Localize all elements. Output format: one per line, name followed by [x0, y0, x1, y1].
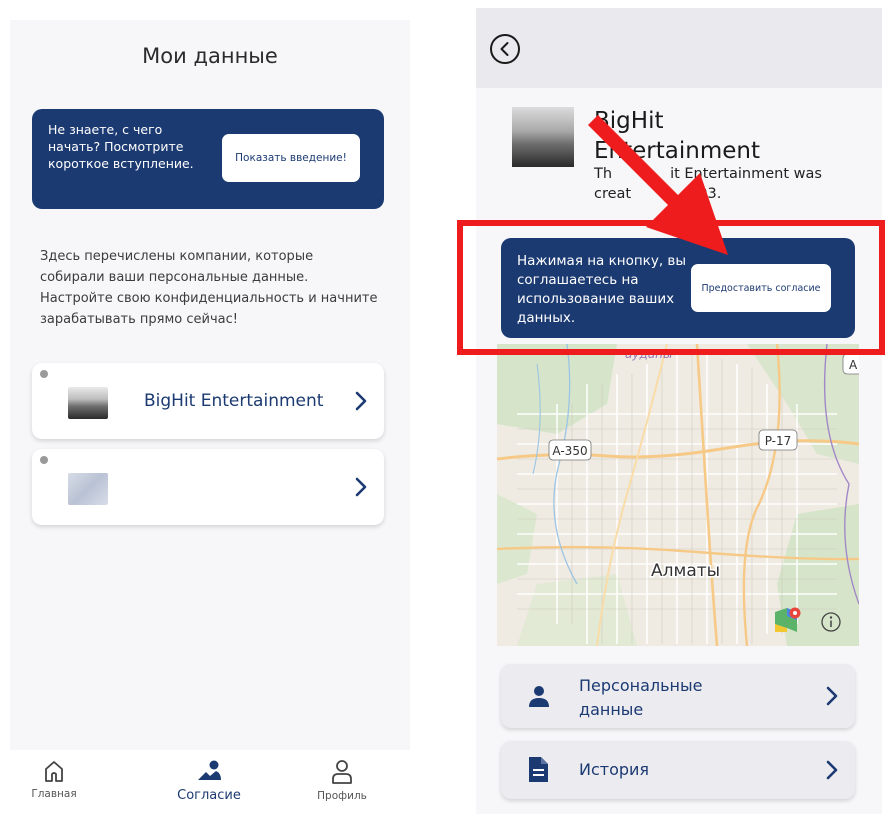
nav-profile-label: Профиль	[317, 790, 367, 802]
home-icon	[45, 761, 63, 782]
company-thumbnail	[68, 387, 108, 419]
nav-consent-label: Согласие	[177, 788, 241, 803]
nav-consent[interactable]: Согласие	[169, 758, 249, 803]
menu-label: Персональные данные	[579, 676, 703, 719]
person-icon	[529, 686, 549, 707]
consent-icon	[198, 760, 221, 780]
show-intro-button[interactable]: Показать введение!	[222, 134, 360, 182]
map-label-district: ауданы	[625, 347, 672, 361]
description-fragment: 393.	[689, 186, 722, 202]
bottom-navigation: Главная Согласие Профиль	[10, 750, 410, 814]
menu-history[interactable]: История	[501, 741, 855, 799]
chevron-right-icon	[355, 477, 367, 497]
company-photo	[512, 107, 574, 167]
page-title: Мои данные	[142, 44, 278, 68]
map-label-p17: P-17	[765, 434, 792, 448]
back-button[interactable]	[488, 32, 522, 66]
my-data-screen: Мои данные Не знаете, с чего начать? Пос…	[10, 20, 410, 814]
consent-text: Нажимая на кнопку, вы соглашаетесь на ис…	[517, 253, 687, 326]
company-name: BigHit Entertainment	[144, 391, 324, 411]
chevron-right-icon	[355, 391, 367, 411]
company-detail-screen: BigHit Entertainment Th it Entertainment …	[476, 8, 882, 814]
header-bar	[476, 8, 882, 88]
give-consent-button[interactable]: Предоставить согласие	[691, 264, 831, 312]
nav-profile[interactable]: Профиль	[302, 758, 382, 802]
description-fragment: Th	[594, 166, 613, 182]
status-dot-icon	[40, 370, 48, 378]
company-thumbnail	[68, 473, 108, 505]
map-label-edge: A	[849, 358, 858, 372]
back-arrow-icon	[490, 34, 520, 64]
map-canvas: A-350 P-17 A ауданы Алматы	[497, 344, 859, 646]
company-card-bighit[interactable]: BigHit Entertainment	[32, 363, 384, 439]
nav-home[interactable]: Главная	[14, 758, 94, 800]
profile-icon	[332, 760, 352, 784]
map-label-a350: A-350	[552, 444, 587, 458]
company-name: BigHit Entertainment	[594, 108, 760, 164]
location-map[interactable]: A-350 P-17 A ауданы Алматы	[497, 344, 859, 646]
chevron-right-icon	[826, 686, 838, 706]
consent-banner: Нажимая на кнопку, вы соглашаетесь на ис…	[501, 238, 855, 338]
companies-description: Здесь перечислены компании, которые соби…	[40, 249, 378, 327]
map-label-city: Алматы	[651, 561, 720, 581]
nav-home-label: Главная	[31, 788, 77, 800]
intro-banner: Не знаете, с чего начать? Посмотрите кор…	[32, 109, 384, 209]
company-description: Th it Entertainment was creat 393.	[594, 164, 834, 204]
menu-label: История	[579, 760, 650, 779]
menu-personal-data[interactable]: Персональные данные	[501, 664, 855, 728]
intro-text: Не знаете, с чего начать? Посмотрите кор…	[48, 122, 194, 171]
status-dot-icon	[40, 456, 48, 464]
document-icon	[529, 757, 548, 782]
chevron-right-icon	[826, 760, 838, 780]
company-card-hidden[interactable]	[32, 449, 384, 525]
